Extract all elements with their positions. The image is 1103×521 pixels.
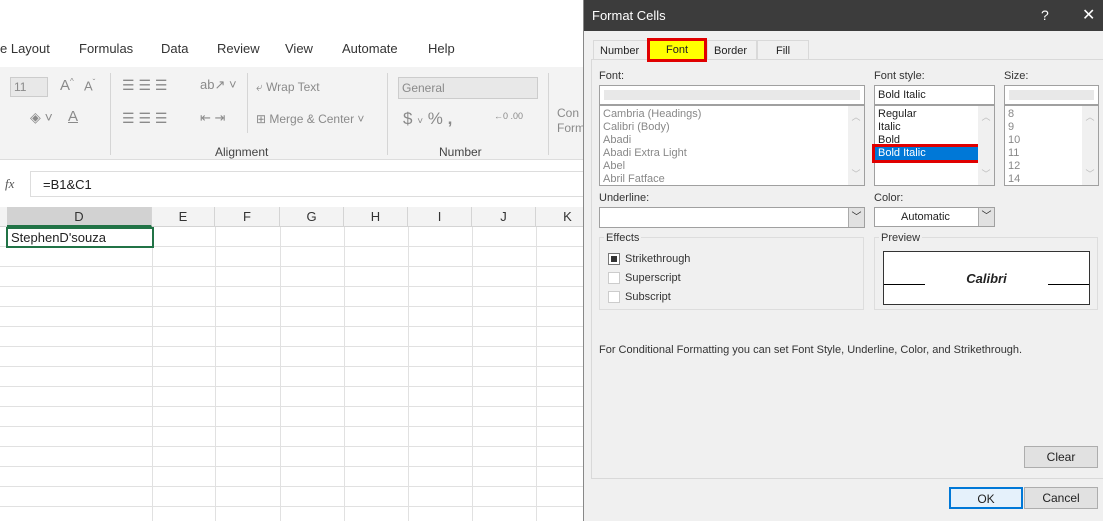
grow-font-icon[interactable]: A^: [60, 77, 74, 94]
font-option[interactable]: Abadi: [600, 134, 864, 147]
fill-color-icon[interactable]: ◈ ˅: [30, 109, 53, 126]
column-header-f[interactable]: F: [215, 207, 280, 227]
ribbon-tab-automate[interactable]: Automate: [342, 41, 398, 56]
close-icon[interactable]: ✕: [1082, 0, 1095, 31]
orientation-icon[interactable]: ab↗ ˅: [200, 77, 237, 93]
tab-number[interactable]: Number: [593, 40, 648, 60]
indent-icon[interactable]: ⇤ ⇥: [200, 110, 225, 126]
align-left-icon[interactable]: ☰ ☰ ☰: [122, 110, 167, 127]
style-list-scrollbar[interactable]: ︿ ﹀: [978, 106, 994, 185]
style-option-italic[interactable]: Italic: [875, 121, 994, 134]
superscript-label[interactable]: Superscript: [625, 272, 681, 284]
chevron-down-icon[interactable]: ﹀: [978, 208, 994, 226]
dialog-title-bar: Format Cells ? ✕: [584, 0, 1103, 31]
ribbon-tab-data[interactable]: Data: [161, 41, 188, 56]
font-option[interactable]: Cambria (Headings): [600, 108, 864, 121]
style-option-bold[interactable]: Bold: [875, 134, 994, 147]
column-header-h[interactable]: H: [344, 207, 408, 227]
formula-input[interactable]: =B1&C1: [30, 171, 590, 197]
column-header-g[interactable]: G: [280, 207, 344, 227]
tab-border[interactable]: Border: [707, 40, 757, 60]
shrink-font-icon[interactable]: Aˇ: [84, 78, 95, 93]
size-list-scrollbar[interactable]: ︿ ﹀: [1082, 106, 1098, 185]
ribbon-tab-formulas[interactable]: Formulas: [79, 41, 133, 56]
number-format-select[interactable]: General: [398, 77, 538, 99]
size-list[interactable]: 8 9 10 11 12 14 ︿ ﹀: [1004, 105, 1099, 186]
font-option[interactable]: Abel: [600, 160, 864, 173]
font-style-input[interactable]: Bold Italic: [874, 85, 995, 105]
merge-center-button[interactable]: ⊞ Merge & Center ˅: [256, 112, 364, 126]
style-option-regular[interactable]: Regular: [875, 108, 994, 121]
font-input[interactable]: [599, 85, 865, 105]
cell-d1[interactable]: StephenD'souza: [6, 227, 154, 248]
font-color-icon[interactable]: A: [68, 108, 78, 125]
font-label: Font:: [599, 70, 625, 82]
conditional-formatting-note: For Conditional Formatting you can set F…: [599, 344, 1023, 356]
clear-button[interactable]: Clear: [1024, 446, 1098, 468]
color-select[interactable]: Automatic ﹀: [874, 207, 995, 227]
ribbon-tab-review[interactable]: Review: [217, 41, 260, 56]
ribbon-tab-help[interactable]: Help: [428, 41, 455, 56]
chevron-down-icon[interactable]: ﹀: [848, 208, 864, 227]
fx-icon[interactable]: fx: [5, 176, 14, 192]
cancel-button[interactable]: Cancel: [1024, 487, 1098, 509]
font-list-scrollbar[interactable]: ︿ ﹀: [848, 106, 864, 185]
ribbon-tab-view[interactable]: View: [285, 41, 313, 56]
column-header-j[interactable]: J: [472, 207, 536, 227]
currency-icon[interactable]: $ ˅ % ,: [403, 109, 452, 129]
help-button[interactable]: ?: [1041, 0, 1049, 31]
align-top-icon[interactable]: ☰ ☰ ☰: [122, 77, 167, 94]
column-header-i[interactable]: I: [408, 207, 472, 227]
strikethrough-label[interactable]: Strikethrough: [625, 253, 690, 265]
subscript-label[interactable]: Subscript: [625, 291, 671, 303]
underline-label: Underline:: [599, 192, 650, 204]
ribbon-tab-page-layout[interactable]: e Layout: [0, 41, 50, 56]
preview-box: Calibri: [883, 251, 1090, 305]
alignment-group-label: Alignment: [215, 145, 269, 159]
preview-label: Preview: [879, 232, 923, 244]
column-header-e[interactable]: E: [152, 207, 215, 227]
font-style-list[interactable]: Regular Italic Bold Bold Italic ︿ ﹀: [872, 105, 995, 186]
subscript-checkbox[interactable]: [608, 291, 620, 303]
decimal-icons[interactable]: ←0 .00: [494, 111, 523, 121]
format-cells-dialog: Format Cells ? ✕ Number Font Border Fill…: [583, 0, 1103, 521]
strikethrough-checkbox[interactable]: [608, 253, 620, 265]
font-option[interactable]: Abadi Extra Light: [600, 147, 864, 160]
font-size-select[interactable]: 11: [10, 77, 48, 97]
ribbon: 11 A^ Aˇ ◈ ˅ A ☰ ☰ ☰ ab↗ ˅ ☰ ☰ ☰ ⇤ ⇥ ⤶ W…: [0, 67, 585, 160]
font-option[interactable]: Calibri (Body): [600, 121, 864, 134]
column-header-d[interactable]: D: [7, 207, 152, 227]
tab-fill[interactable]: Fill: [757, 40, 809, 60]
underline-select[interactable]: ﹀: [599, 207, 865, 228]
ok-button[interactable]: OK: [949, 487, 1023, 509]
color-label: Color:: [874, 192, 904, 204]
size-label: Size:: [1004, 70, 1029, 82]
style-option-bold-italic[interactable]: Bold Italic: [872, 144, 981, 163]
tab-font[interactable]: Font: [647, 38, 707, 62]
conditional-formatting-button[interactable]: Con Form: [557, 106, 585, 136]
wrap-text-button[interactable]: ⤶ Wrap Text: [256, 80, 320, 95]
grid: [0, 227, 583, 521]
font-style-label: Font style:: [874, 70, 925, 82]
font-option[interactable]: Abril Fatface: [600, 173, 864, 186]
superscript-checkbox[interactable]: [608, 272, 620, 284]
size-input[interactable]: [1004, 85, 1099, 105]
dialog-title: Format Cells: [592, 8, 666, 23]
number-group-label: Number: [439, 145, 482, 159]
font-list[interactable]: Cambria (Headings) Calibri (Body) Abadi …: [599, 105, 865, 186]
effects-label: Effects: [604, 232, 642, 244]
